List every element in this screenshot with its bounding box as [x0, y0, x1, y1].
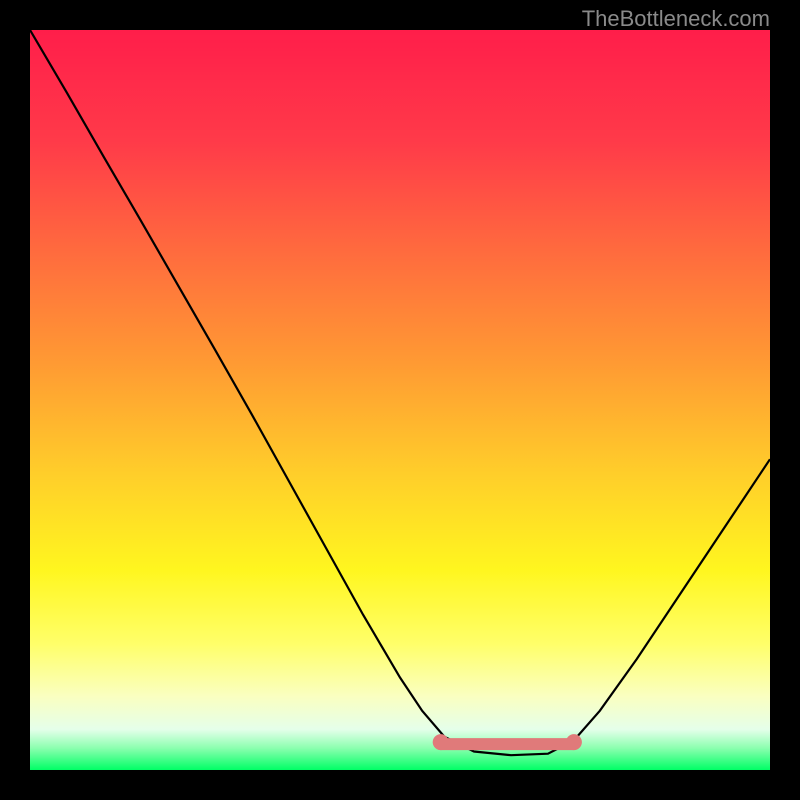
gradient-background: [30, 30, 770, 770]
chart-svg: [30, 30, 770, 770]
chart-frame: [30, 30, 770, 770]
watermark-text: TheBottleneck.com: [582, 6, 770, 32]
